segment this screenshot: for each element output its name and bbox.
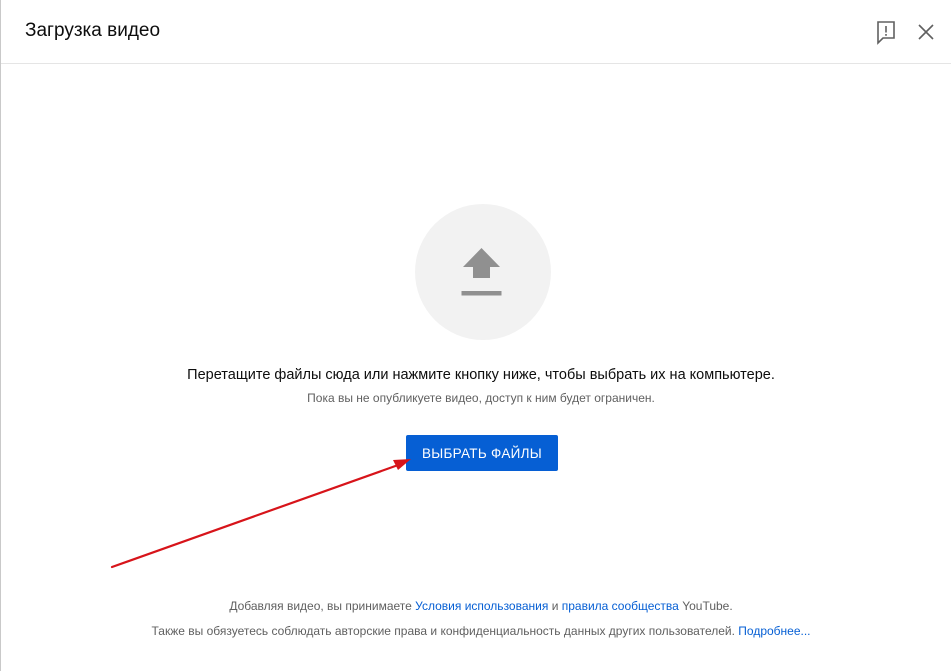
terms-and-text: и [548,599,562,613]
terms-prefix-text: Добавляя видео, вы принимаете [229,599,416,613]
privacy-note-text: Пока вы не опубликуете видео, доступ к н… [307,391,655,405]
dialog-title: Загрузка видео [25,20,161,41]
feedback-button[interactable] [872,18,900,46]
upload-drop-area[interactable] [415,204,551,340]
copyright-text: Также вы обязуетесь соблюдать авторские … [151,624,739,638]
select-files-button[interactable]: ВЫБРАТЬ ФАЙЛЫ [406,435,558,471]
close-icon [918,24,934,40]
learn-more-link[interactable]: Подробнее... [738,624,810,638]
community-guidelines-link[interactable]: правила сообщества [562,599,679,613]
feedback-icon [877,21,895,45]
upload-dialog: Загрузка видео Перетащите файлы сюда или… [0,0,951,671]
terms-notice: Добавляя видео, вы принимаете Условия ис… [1,599,951,613]
drop-instruction-text: Перетащите файлы сюда или нажмите кнопку… [187,367,775,383]
upload-arrow-icon [461,248,502,296]
copyright-notice: Также вы обязуетесь соблюдать авторские … [1,624,951,638]
dialog-header: Загрузка видео [1,0,951,64]
terms-of-service-link[interactable]: Условия использования [415,599,548,613]
terms-suffix-text: YouTube. [678,599,733,613]
close-button[interactable] [912,18,940,46]
